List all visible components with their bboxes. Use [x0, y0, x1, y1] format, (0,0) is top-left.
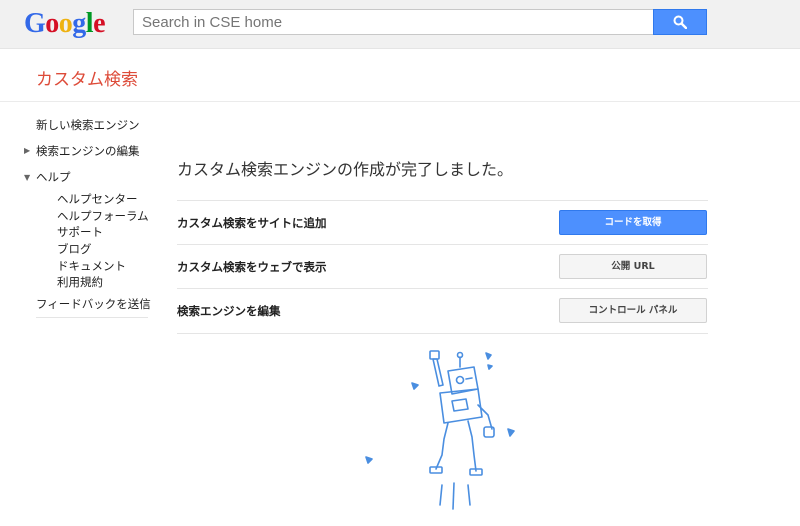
search-button[interactable]	[653, 9, 707, 35]
sidebar-item-feedback[interactable]: フィードバックを送信	[36, 296, 151, 312]
search-icon	[673, 15, 687, 29]
robot-illustration	[365, 350, 515, 510]
logo-letter: g	[72, 8, 86, 39]
row-label: カスタム検索をサイトに追加	[177, 216, 327, 230]
page-header: カスタム検索	[0, 49, 800, 102]
logo-letter: o	[58, 8, 73, 39]
search-input[interactable]	[133, 9, 653, 35]
action-row-edit-engine: 検索エンジンを編集 コントロール パネル	[177, 288, 708, 334]
sidebar-item-edit-engine[interactable]: 検索エンジンの編集	[36, 143, 140, 159]
public-url-button[interactable]: 公開 URL	[559, 254, 707, 279]
sidebar-subitem-help-forum[interactable]: ヘルプフォーラム	[57, 208, 149, 224]
action-row-view-on-web: カスタム検索をウェブで表示 公開 URL	[177, 244, 708, 289]
sidebar-item-new-engine[interactable]: 新しい検索エンジン	[36, 117, 140, 133]
logo-letter: e	[93, 8, 105, 39]
page-title: カスタム検索エンジンの作成が完了しました。	[177, 160, 514, 179]
sidebar-subitem-documentation[interactable]: ドキュメント	[57, 258, 126, 274]
google-logo[interactable]: Google	[24, 8, 105, 40]
sidebar-subitem-blog[interactable]: ブログ	[57, 241, 92, 257]
logo-letter: G	[24, 8, 46, 39]
top-bar: Google	[0, 0, 800, 49]
logo-letter: o	[45, 8, 59, 39]
logo-letter: l	[85, 8, 94, 39]
action-row-add-to-site: カスタム検索をサイトに追加 コードを取得	[177, 200, 708, 245]
control-panel-button[interactable]: コントロール パネル	[559, 298, 707, 323]
sidebar-divider	[36, 317, 148, 318]
product-title[interactable]: カスタム検索	[36, 65, 138, 90]
sidebar-subitem-help-center[interactable]: ヘルプセンター	[57, 191, 138, 207]
row-label: カスタム検索をウェブで表示	[177, 260, 327, 274]
caret-right-icon[interactable]: ▶	[24, 146, 30, 155]
row-label: 検索エンジンを編集	[177, 304, 281, 318]
caret-down-icon[interactable]: ▼	[24, 173, 30, 182]
get-code-button[interactable]: コードを取得	[559, 210, 707, 235]
sidebar-subitem-support[interactable]: サポート	[57, 224, 103, 240]
sidebar-item-help[interactable]: ヘルプ	[36, 169, 71, 185]
sidebar-subitem-terms[interactable]: 利用規約	[57, 274, 103, 290]
